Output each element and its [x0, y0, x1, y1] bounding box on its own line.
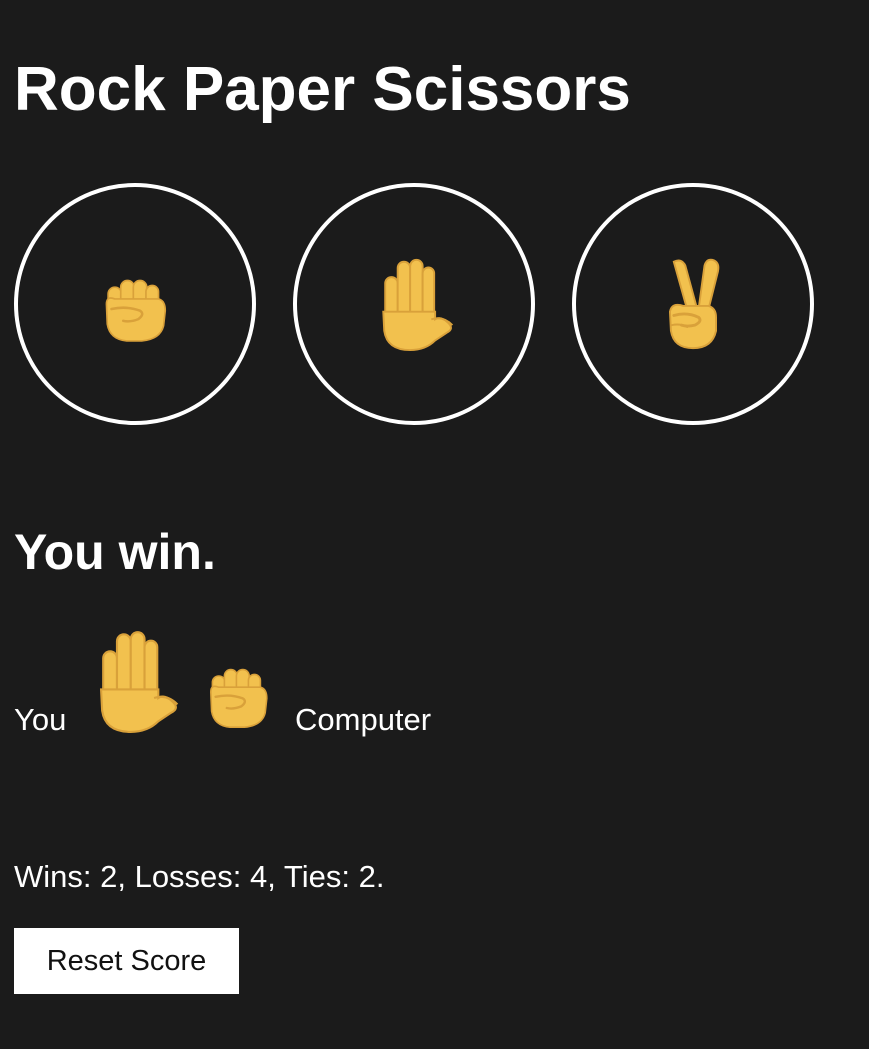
- victory-hand-icon: [645, 256, 741, 352]
- scissors-button[interactable]: [572, 183, 814, 425]
- matchup-display: You Computer: [14, 622, 514, 742]
- raised-fist-icon: [93, 262, 177, 346]
- page-title: Rock Paper Scissors: [14, 55, 631, 124]
- reset-score-button[interactable]: Reset Score: [14, 928, 239, 994]
- result-message: You win.: [14, 524, 216, 580]
- raised-hand-icon: [366, 256, 462, 352]
- computer-label: Computer: [295, 702, 432, 737]
- paper-button[interactable]: [293, 183, 535, 425]
- score-summary: Wins: 2, Losses: 4, Ties: 2.: [14, 859, 385, 894]
- raised-hand-icon: [82, 628, 188, 734]
- you-label: You: [14, 702, 67, 737]
- raised-fist-icon: [198, 652, 278, 732]
- rock-button[interactable]: [14, 183, 256, 425]
